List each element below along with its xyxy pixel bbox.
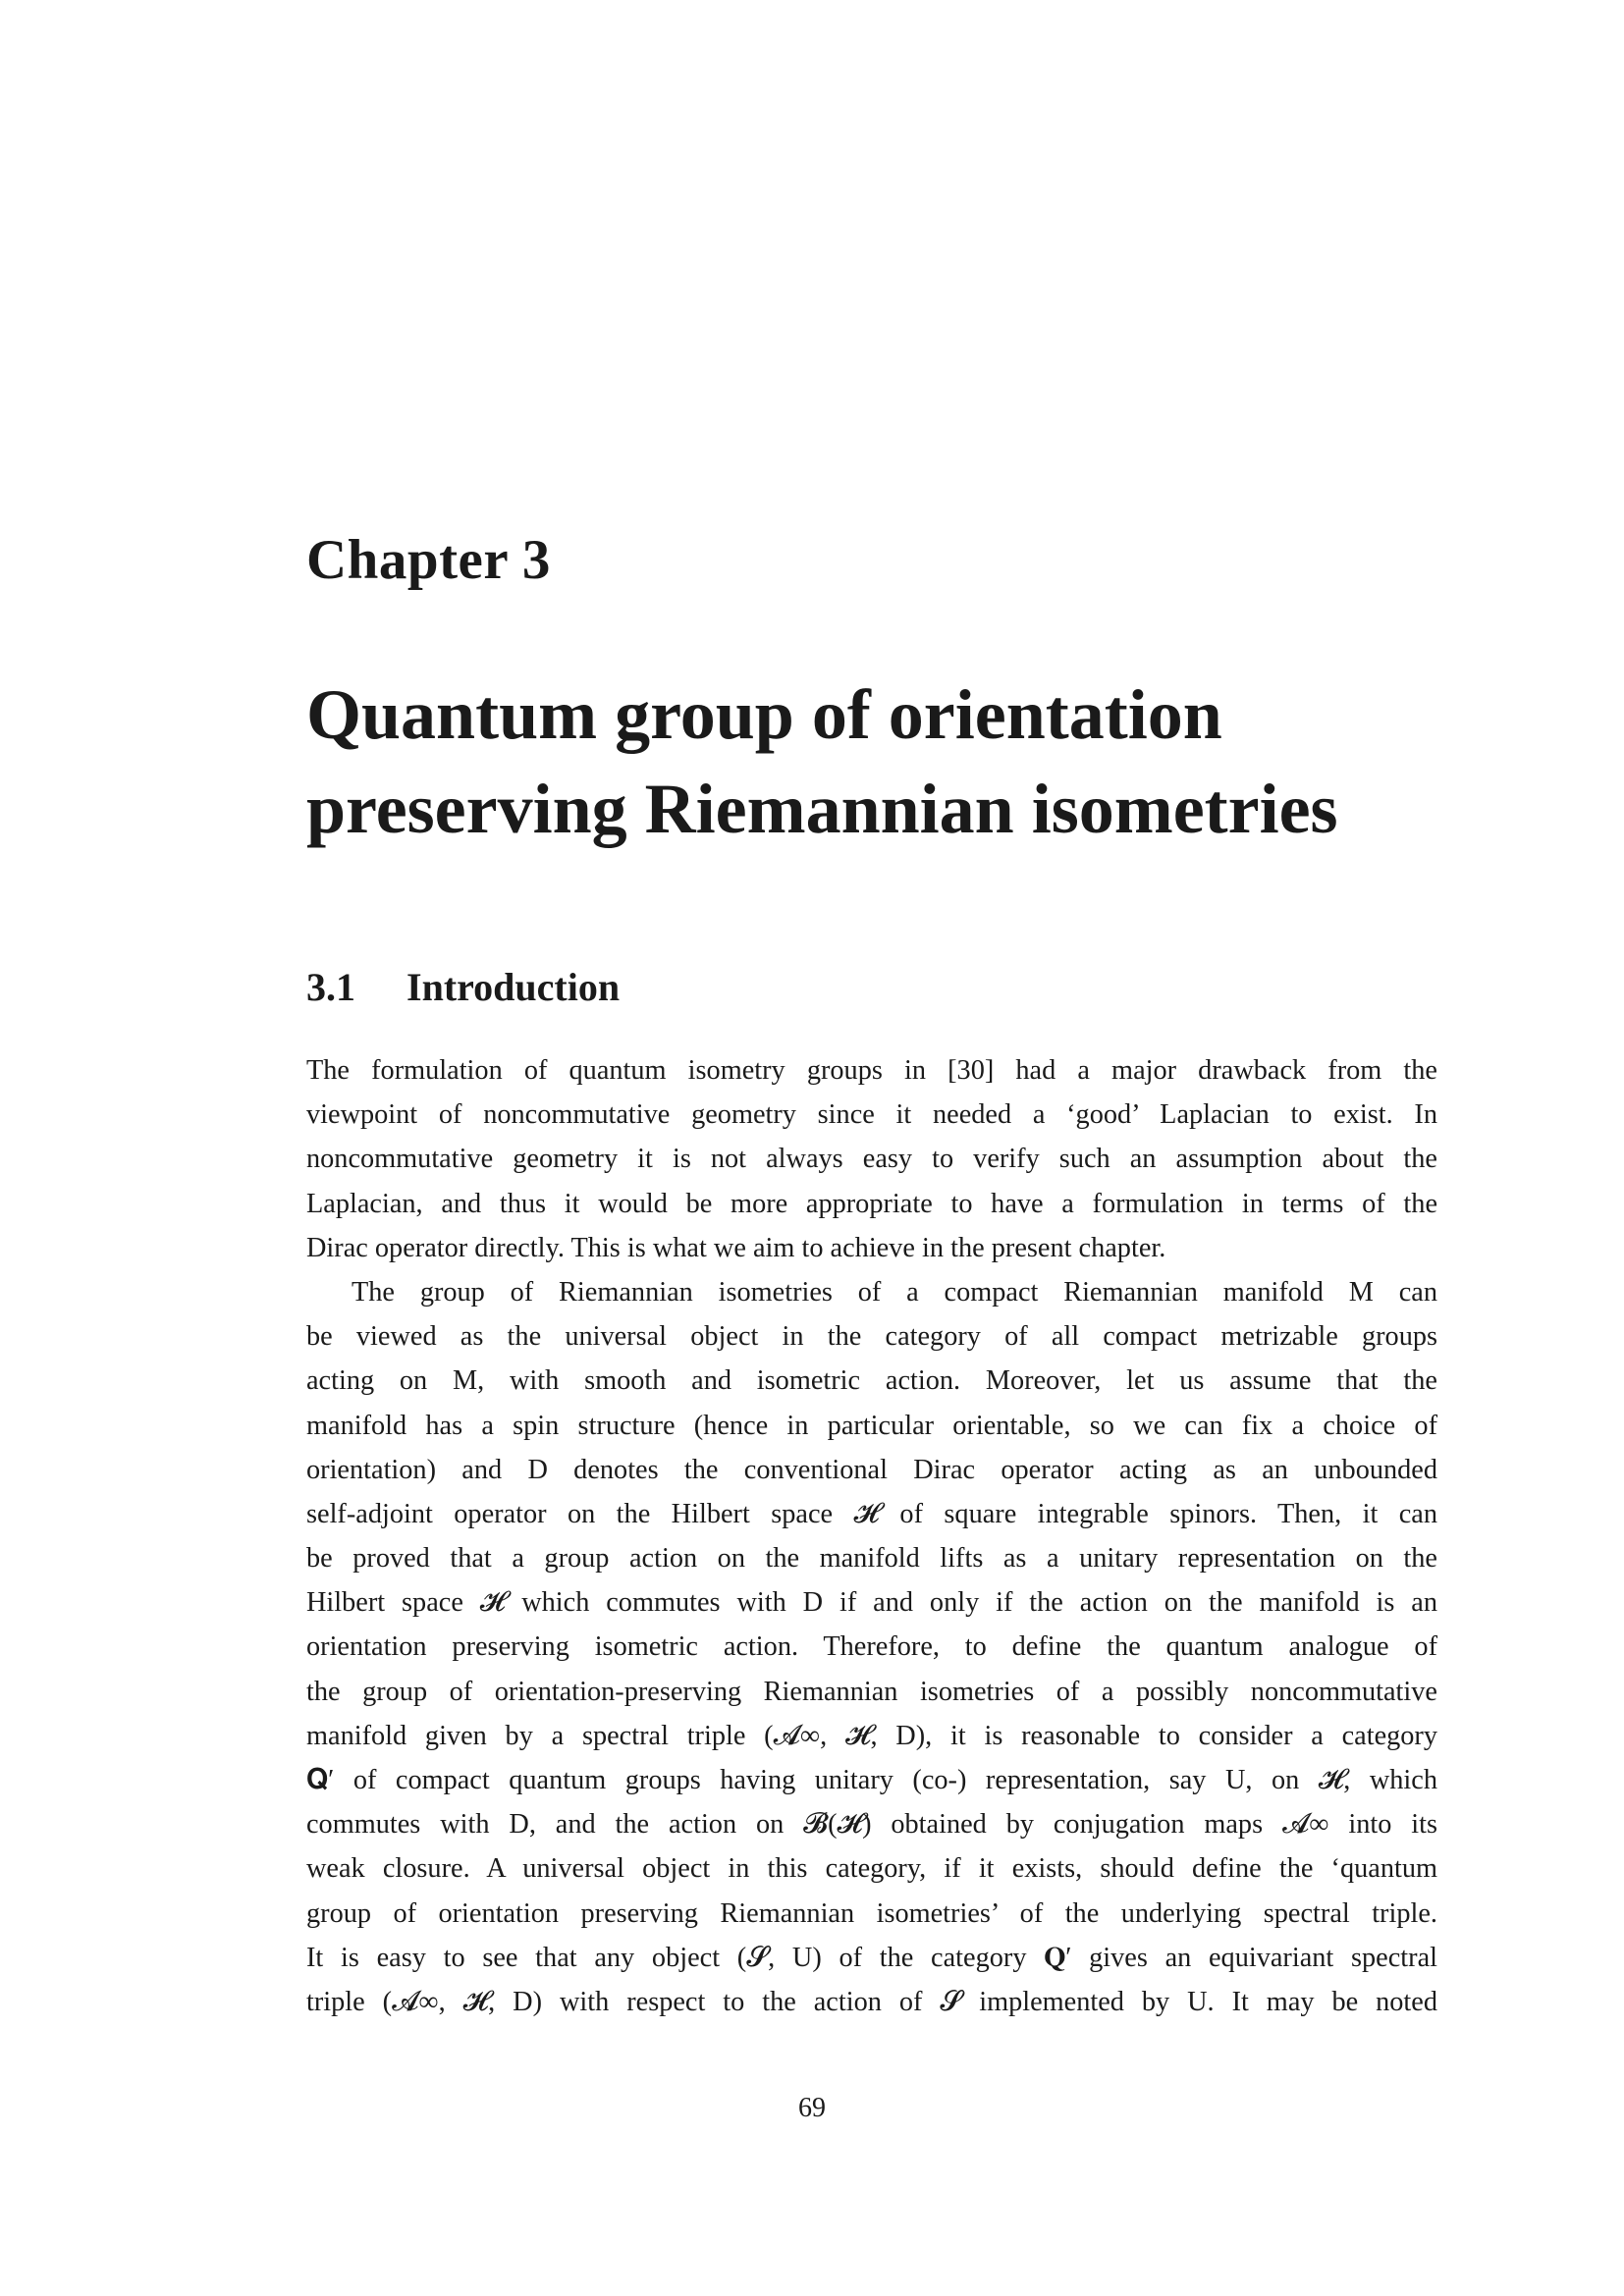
text-line: weak closure. A universal object in this… <box>306 1853 1437 1885</box>
section-heading: 3.1 Introduction <box>306 964 620 1010</box>
paragraph: The group of Riemannian isometries of a … <box>306 1270 1437 2024</box>
chapter-title: Quantum group of orientation preserving … <box>306 667 1475 856</box>
text-line: Hilbert space 𝓗 which commutes with D if… <box>306 1587 1437 1619</box>
text-line: viewpoint of noncommutative geometry sin… <box>306 1099 1437 1131</box>
page-number: 69 <box>798 2093 826 2123</box>
text-line: The formulation of quantum isometry grou… <box>306 1055 1437 1086</box>
text-line: group of orientation preserving Riemanni… <box>306 1897 1437 1929</box>
section-number: 3.1 <box>306 965 355 1009</box>
text-line: orientation preserving isometric action.… <box>306 1631 1437 1663</box>
text-line: the group of orientation-preserving Riem… <box>306 1676 1437 1707</box>
paragraph: The formulation of quantum isometry grou… <box>306 1048 1437 1270</box>
text-line: be proved that a group action on the man… <box>306 1543 1437 1575</box>
chapter-title-line: preserving Riemannian isometries <box>306 770 1338 848</box>
text-line: manifold given by a spectral triple (𝓐∞,… <box>306 1720 1437 1751</box>
text-line: Dirac operator directly. This is what we… <box>306 1232 1166 1263</box>
text-line: manifold has a spin structure (hence in … <box>306 1410 1437 1441</box>
section-title: Introduction <box>406 965 621 1009</box>
chapter-title-line: Quantum group of orientation <box>306 675 1222 754</box>
text-line: self-adjoint operator on the Hilbert spa… <box>306 1498 1437 1529</box>
text-line: acting on M, with smooth and isometric a… <box>306 1365 1437 1397</box>
text-line: Laplacian, and thus it would be more app… <box>306 1188 1437 1219</box>
text-line: The group of Riemannian isometries of a … <box>352 1276 1437 1308</box>
text-line: It is easy to see that any object (𝓢, U)… <box>306 1942 1437 1973</box>
document-page: Chapter 3 Quantum group of orientation p… <box>0 0 1624 2296</box>
text-line: commutes with D, and the action on 𝓑(𝓗) … <box>306 1809 1437 1841</box>
body-text: The formulation of quantum isometry grou… <box>306 1048 1437 2024</box>
text-line: noncommutative geometry it is not always… <box>306 1144 1437 1175</box>
text-line: 𝐐′ of compact quantum groups having unit… <box>306 1765 1437 1795</box>
chapter-label: Chapter 3 <box>306 529 551 591</box>
text-line: be viewed as the universal object in the… <box>306 1321 1437 1353</box>
text-line: orientation) and D denotes the conventio… <box>306 1454 1437 1485</box>
text-line: triple (𝓐∞, 𝓗, D) with respect to the ac… <box>306 1986 1437 2017</box>
